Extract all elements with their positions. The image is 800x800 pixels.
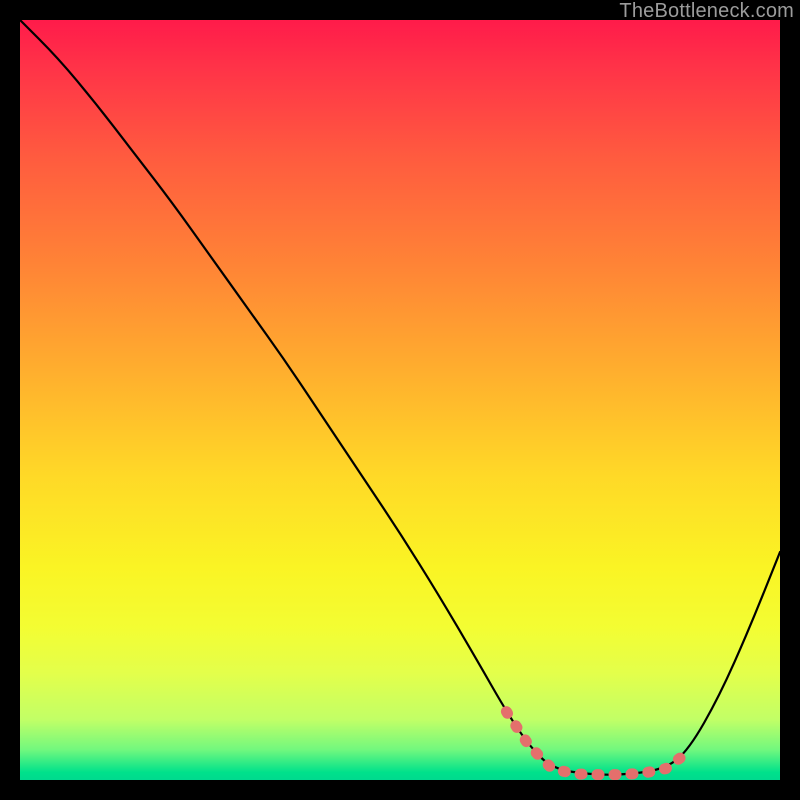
- watermark-label: TheBottleneck.com: [619, 0, 794, 23]
- chart-wrapper: TheBottleneck.com: [0, 0, 800, 800]
- plot-area: [20, 20, 780, 780]
- chart-svg: [20, 20, 780, 780]
- bottleneck-curve: [20, 20, 780, 775]
- optimal-range-markers: [506, 712, 681, 775]
